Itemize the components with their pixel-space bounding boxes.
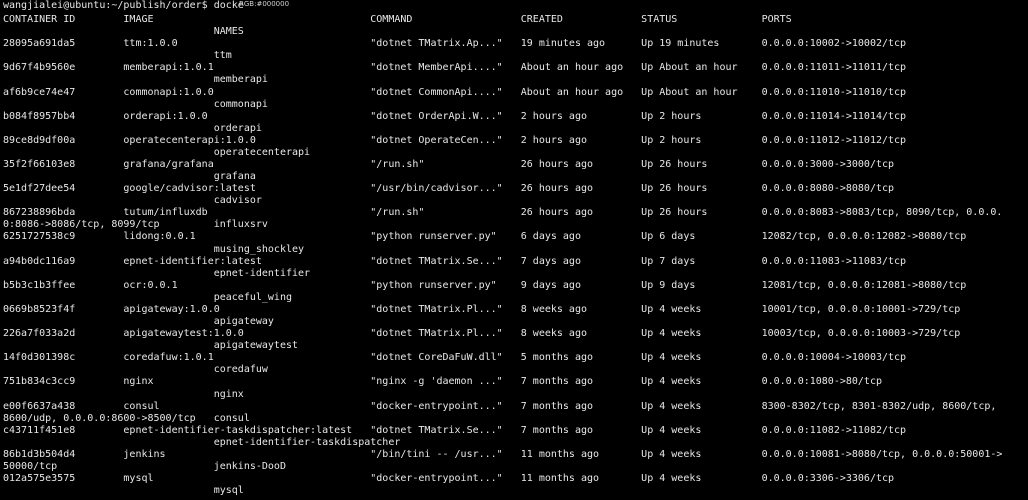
table-row: 14f0d301398c coredafuw:1.0.1 "dotnet Cor… <box>3 352 907 364</box>
table-row-names: peaceful_wing <box>3 291 292 303</box>
table-header: CONTAINER ID IMAGE COMMAND CREATED STATU… <box>3 14 792 25</box>
table-row-names: operatecenterapi <box>3 146 311 158</box>
table-row-names: 8600/udp, 0.0.0.0:8600->8500/tcp consul <box>3 412 250 424</box>
table-row: 012a575e3575 mysql "docker-entrypoint...… <box>3 473 895 484</box>
table-row: 6251727538c9 lidong:0.0.1 "python runser… <box>3 231 967 243</box>
table-row: 89ce8d9df00a operatecenterapi:1.0.0 "dot… <box>3 134 907 146</box>
table-header-names: NAMES <box>3 26 244 38</box>
table-row: b5b3c1b3ffee ocr:0.0.1 "python runserver… <box>3 279 967 291</box>
table-row-names: 50000/tcp jenkins-DooD <box>3 461 286 472</box>
table-row: 86b1d3b504d4 jenkins "/bin/tini -- /usr.… <box>3 448 1003 460</box>
table-row-names: commonapi <box>3 98 268 110</box>
table-row-names: 0:8086->8086/tcp, 8099/tcp influxsrv <box>3 219 268 231</box>
table-row-names: ttm <box>3 50 232 62</box>
table-row: af6b9ce74e47 commonapi:1.0.0 "dotnet Com… <box>3 86 907 98</box>
table-row-names: coredafuw <box>3 364 268 376</box>
table-row: b084f8957bb4 orderapi:1.0.0 "dotnet Orde… <box>3 110 907 122</box>
table-row: c43711f451e8 epnet-identifier-taskdispat… <box>3 424 907 436</box>
table-row-names: nginx <box>3 388 244 400</box>
table-row: 226a7f033a2d apigatewaytest:1.0.0 "dotne… <box>3 328 961 340</box>
table-row: 867238896bda tutum/influxdb "/run.sh" 26… <box>3 207 1003 219</box>
table-row: 9d67f4b9560e memberapi:1.0.1 "dotnet Mem… <box>3 62 907 74</box>
table-row: 751b834c3cc9 nginx "nginx -g 'daemon ...… <box>3 376 882 388</box>
table-row-names: apigatewaytest <box>3 340 299 352</box>
table-row-names: orderapi <box>3 122 262 134</box>
table-row-names: cadvisor <box>3 195 262 207</box>
table-row-names: epnet-identifier <box>3 267 311 279</box>
table-row-names: mysql <box>3 485 244 497</box>
table-row: 28095a691da5 ttm:1.0.0 "dotnet TMatrix.A… <box>3 38 907 50</box>
table-row: 35f2f66103e8 grafana/grafana "/run.sh" 2… <box>3 159 895 170</box>
pixel-color-tooltip: RGB:#000000 <box>239 0 290 8</box>
table-row-names: grafana <box>3 171 256 182</box>
terminal-output[interactable]: wangjialei@ubuntu:~/publish/order$ docke… <box>0 0 1028 500</box>
table-row-names: musing_shockley <box>3 243 305 255</box>
table-row-names: apigateway <box>3 316 274 327</box>
table-row-names: memberapi <box>3 74 268 86</box>
table-row: e00f6637a438 consul "docker-entrypoint..… <box>3 400 997 412</box>
table-row-names: epnet-identifier-taskdispatcher <box>3 436 401 448</box>
table-row: 0669b8523f4f apigateway:1.0.0 "dotnet TM… <box>3 303 961 315</box>
table-row: 5e1df27dee54 google/cadvisor:latest "/us… <box>3 183 895 195</box>
shell-prompt: wangjialei@ubuntu:~/publish/order$ docke <box>3 0 244 11</box>
table-row: a94b0dc116a9 epnet-identifier:latest "do… <box>3 255 907 267</box>
